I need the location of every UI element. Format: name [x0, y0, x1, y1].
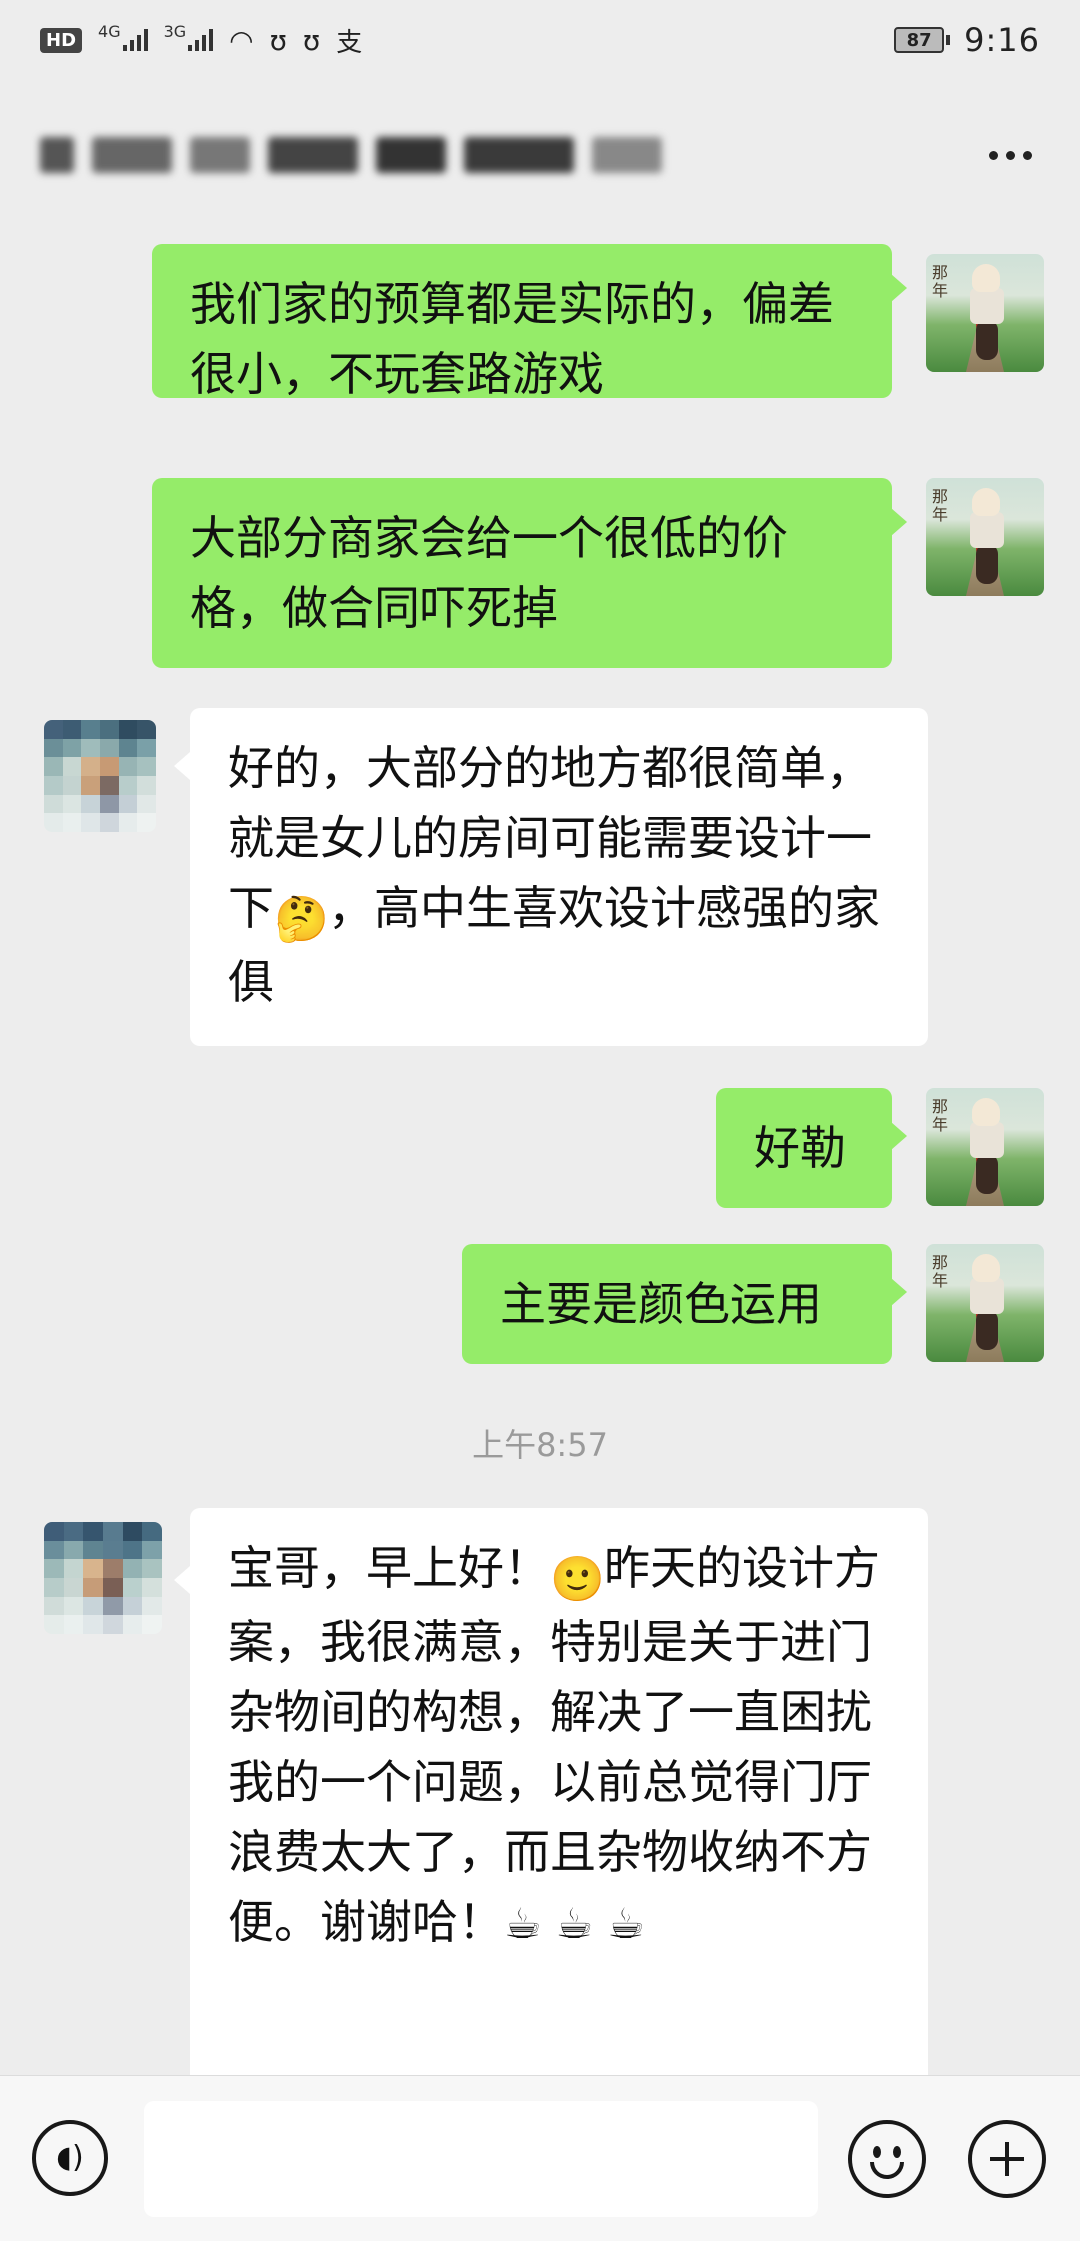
battery-icon: 87 — [894, 27, 951, 53]
avatar[interactable]: 那年 — [926, 1244, 1044, 1362]
notification-icon: ʊ — [302, 23, 321, 57]
message-row: 宝哥，早上好！🙂昨天的设计方案，我很满意，特别是关于进门杂物间的构想，解决了一直… — [0, 1508, 1080, 2075]
chat-title-redacted — [40, 120, 980, 190]
status-right: 87 9:16 — [894, 21, 1040, 59]
message-row: 主要是颜色运用 那年 — [0, 1244, 1080, 1368]
message-text: 主要是颜色运用 — [500, 1277, 822, 1331]
message-text: 我们家的预算都是实际的，偏差很小，不玩套路游戏 — [190, 277, 834, 401]
avatar[interactable] — [44, 720, 156, 832]
message-bubble[interactable]: 好的，大部分的地方都很简单，就是女儿的房间可能需要设计一下🤔，高中生喜欢设计感强… — [190, 708, 928, 1046]
status-left: HD 4G 3G ◠ ʊ ʊ 支 — [40, 22, 362, 59]
message-bubble[interactable]: 我们家的预算都是实际的，偏差很小，不玩套路游戏 — [152, 244, 892, 401]
status-bar: HD 4G 3G ◠ ʊ ʊ 支 87 9:16 — [0, 0, 1080, 80]
signal-icon — [122, 29, 148, 51]
message-row: 大部分商家会给一个很低的价格，做合同吓死掉 那年 — [0, 478, 1080, 668]
input-bar: ◖) — [0, 2075, 1080, 2241]
message-bubble[interactable]: 大部分商家会给一个很低的价格，做合同吓死掉 — [152, 478, 892, 668]
smile-emoji-icon: 🙂 — [550, 1554, 605, 1605]
message-text: 宝哥，早上好！ — [228, 1541, 550, 1595]
message-text: 大部分商家会给一个很低的价格，做合同吓死掉 — [190, 511, 788, 635]
message-text: 好勒 — [754, 1121, 846, 1175]
avatar[interactable]: 那年 — [926, 254, 1044, 372]
message-timestamp: 上午8:57 — [472, 1426, 608, 1464]
thinking-emoji-icon: 🤔 — [274, 894, 329, 945]
alipay-icon: 支 — [336, 27, 363, 58]
emoji-icon[interactable] — [848, 2120, 926, 2198]
battery-level: 87 — [894, 27, 945, 53]
message-row: 我们家的预算都是实际的，偏差很小，不玩套路游戏 那年 — [0, 244, 1080, 404]
wifi-icon: ◠ — [229, 23, 254, 57]
signal-group-1: 4G — [98, 22, 148, 51]
avatar[interactable] — [44, 1522, 162, 1634]
message-bubble[interactable]: 主要是颜色运用 — [462, 1244, 892, 1364]
plus-icon[interactable] — [968, 2120, 1046, 2198]
chat-messages: 我们家的预算都是实际的，偏差很小，不玩套路游戏 那年 大部分商家会给一个很低的价… — [0, 230, 1080, 2075]
signal-group-2: 3G — [164, 22, 214, 51]
network-3g-label: 3G — [163, 22, 187, 41]
voice-icon[interactable]: ◖) — [32, 2120, 108, 2196]
message-bubble[interactable]: 好勒 — [716, 1088, 892, 1208]
avatar[interactable]: 那年 — [926, 1088, 1044, 1206]
message-input[interactable] — [144, 2101, 818, 2217]
chat-header — [0, 90, 1080, 220]
message-row: 好的，大部分的地方都很简单，就是女儿的房间可能需要设计一下🤔，高中生喜欢设计感强… — [0, 708, 1080, 1048]
hd-icon: HD — [40, 27, 83, 53]
avatar[interactable]: 那年 — [926, 478, 1044, 596]
notification-icon: ʊ — [269, 23, 287, 57]
message-bubble[interactable]: 宝哥，早上好！🙂昨天的设计方案，我很满意，特别是关于进门杂物间的构想，解决了一直… — [190, 1508, 928, 2075]
more-dots-icon[interactable] — [980, 135, 1040, 175]
message-row: 好勒 那年 — [0, 1088, 1080, 1212]
status-time: 9:16 — [964, 21, 1040, 59]
signal-icon — [188, 29, 214, 51]
coffee-emoji-icon: ☕☕☕ — [504, 1899, 659, 1948]
network-4g-label: 4G — [98, 22, 121, 41]
